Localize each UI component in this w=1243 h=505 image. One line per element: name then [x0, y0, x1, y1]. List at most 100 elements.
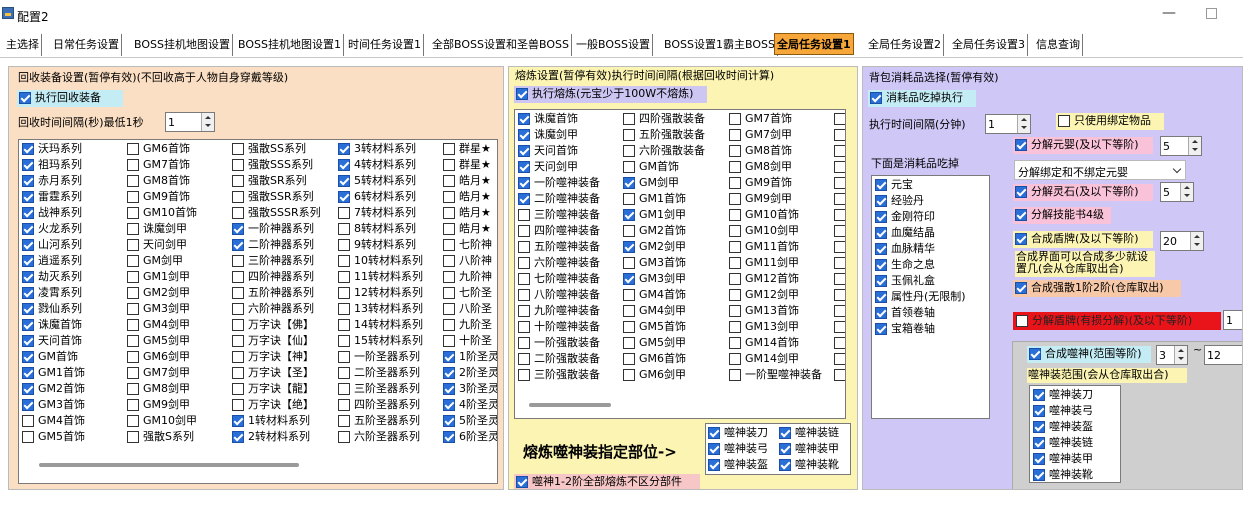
recycle-item-checkbox[interactable] [127, 223, 139, 235]
smelt-exec-checkbox[interactable] [516, 88, 528, 100]
recycle-item-checkbox[interactable] [338, 143, 350, 155]
smelt-item-checkbox[interactable] [729, 113, 741, 125]
decompose-yuanying-checkbox[interactable] [1015, 139, 1027, 151]
smelt-item-overflow-checkbox[interactable] [834, 129, 845, 141]
smelt-item-overflow-checkbox[interactable] [834, 369, 845, 381]
recycle-item-checkbox[interactable] [232, 159, 244, 171]
decompose-yuanying-stepper[interactable]: 5 [1160, 136, 1202, 156]
recycle-item-checkbox[interactable] [127, 303, 139, 315]
recycle-item-checkbox[interactable] [338, 303, 350, 315]
recycle-item-checkbox[interactable] [232, 351, 244, 363]
smelt-item-overflow-checkbox[interactable] [834, 225, 845, 237]
smelt-part-checkbox[interactable] [779, 459, 791, 471]
smelt-item-checkbox[interactable] [623, 321, 635, 333]
recycle-item-checkbox[interactable] [127, 351, 139, 363]
smelt-item-checkbox[interactable] [623, 337, 635, 349]
smelt-item-overflow-checkbox[interactable] [834, 289, 845, 301]
recycle-item-checkbox[interactable] [232, 271, 244, 283]
recycle-item-checkbox[interactable] [232, 207, 244, 219]
smelt-item-overflow-checkbox[interactable] [834, 321, 845, 333]
smelt-item-overflow-checkbox[interactable] [834, 177, 845, 189]
recycle-item-checkbox[interactable] [338, 255, 350, 267]
smelt-item-overflow-checkbox[interactable] [834, 305, 845, 317]
smelt-item-checkbox[interactable] [518, 305, 530, 317]
smelt-item-overflow-checkbox[interactable] [834, 161, 845, 173]
decompose-shield-checkbox[interactable] [1016, 315, 1028, 327]
smelt-item-checkbox[interactable] [623, 113, 635, 125]
recycle-item-checkbox[interactable] [443, 175, 455, 187]
recycle-item-checkbox[interactable] [22, 271, 34, 283]
shishen-part-checkbox[interactable] [1033, 421, 1045, 433]
smelt-item-overflow-checkbox[interactable] [834, 337, 845, 349]
scrollbar-thumb[interactable] [39, 463, 299, 467]
scrollbar-thumb[interactable] [529, 403, 611, 407]
recycle-item-checkbox[interactable] [338, 191, 350, 203]
smelt-item-checkbox[interactable] [623, 129, 635, 141]
consume-item-checkbox[interactable] [875, 275, 887, 287]
recycle-item-checkbox[interactable] [232, 303, 244, 315]
recycle-item-checkbox[interactable] [443, 351, 455, 363]
consume-item-checkbox[interactable] [875, 259, 887, 271]
smelt-item-checkbox[interactable] [623, 225, 635, 237]
smelt-item-checkbox[interactable] [518, 145, 530, 157]
recycle-item-checkbox[interactable] [127, 159, 139, 171]
consume-item-checkbox[interactable] [875, 323, 887, 335]
recycle-item-checkbox[interactable] [338, 287, 350, 299]
recycle-item-checkbox[interactable] [22, 207, 34, 219]
smelt-item-checkbox[interactable] [518, 321, 530, 333]
tab-10[interactable]: 全局任务设置3 [950, 34, 1028, 56]
recycle-item-checkbox[interactable] [443, 255, 455, 267]
stepper-arrows-icon[interactable] [1174, 346, 1187, 364]
recycle-item-checkbox[interactable] [443, 207, 455, 219]
shishen-part-checkbox[interactable] [1033, 453, 1045, 465]
smelt-item-checkbox[interactable] [729, 369, 741, 381]
recycle-item-checkbox[interactable] [127, 335, 139, 347]
smelt-item-checkbox[interactable] [623, 257, 635, 269]
tab-8[interactable]: 全局任务设置1 [774, 33, 854, 55]
smelt-item-checkbox[interactable] [729, 161, 741, 173]
stepper-arrows-icon[interactable] [1017, 115, 1030, 133]
consume-item-checkbox[interactable] [875, 291, 887, 303]
smelt-part-checkbox[interactable] [779, 427, 791, 439]
smelt-item-checkbox[interactable] [729, 241, 741, 253]
recycle-item-checkbox[interactable] [443, 335, 455, 347]
consume-exec-checkbox[interactable] [870, 92, 882, 104]
recycle-item-checkbox[interactable] [232, 175, 244, 187]
recycle-item-checkbox[interactable] [22, 431, 34, 443]
shishen-part-checkbox[interactable] [1033, 437, 1045, 449]
recycle-item-checkbox[interactable] [443, 159, 455, 171]
recycle-item-checkbox[interactable] [127, 367, 139, 379]
smelt-item-checkbox[interactable] [518, 369, 530, 381]
recycle-item-checkbox[interactable] [232, 223, 244, 235]
recycle-item-checkbox[interactable] [22, 303, 34, 315]
decompose-skillbook-checkbox[interactable] [1015, 209, 1027, 221]
recycle-item-checkbox[interactable] [232, 287, 244, 299]
recycle-item-checkbox[interactable] [127, 383, 139, 395]
smelt-item-checkbox[interactable] [518, 209, 530, 221]
recycle-item-checkbox[interactable] [443, 383, 455, 395]
tab-9[interactable]: 全局任务设置2 [866, 34, 944, 56]
recycle-item-checkbox[interactable] [443, 271, 455, 283]
smelt-item-checkbox[interactable] [518, 289, 530, 301]
merge-shishen-checkbox[interactable] [1029, 348, 1041, 360]
smelt-item-checkbox[interactable] [729, 273, 741, 285]
smelt-item-checkbox[interactable] [623, 289, 635, 301]
smelt-item-checkbox[interactable] [518, 129, 530, 141]
consume-item-checkbox[interactable] [875, 227, 887, 239]
recycle-item-checkbox[interactable] [443, 287, 455, 299]
smelt-item-checkbox[interactable] [729, 337, 741, 349]
recycle-item-list[interactable]: 沃玛系列 祖玛系列 赤月系列 雷霆系列 战神系列 火龙系列 山河系列 逍遥系列 劫灭系列 凌霄系列… [18, 139, 498, 484]
recycle-item-checkbox[interactable] [338, 159, 350, 171]
smelt-item-checkbox[interactable] [518, 177, 530, 189]
stepper-arrows-icon[interactable] [201, 113, 214, 131]
smelt-item-checkbox[interactable] [518, 241, 530, 253]
recycle-item-checkbox[interactable] [22, 223, 34, 235]
smelt-item-checkbox[interactable] [623, 193, 635, 205]
recycle-item-checkbox[interactable] [127, 207, 139, 219]
minimize-button[interactable]: — [1160, 6, 1178, 24]
recycle-item-checkbox[interactable] [127, 271, 139, 283]
merge-shishen-from-stepper[interactable]: 3 [1156, 345, 1188, 365]
recycle-item-checkbox[interactable] [127, 415, 139, 427]
recycle-item-checkbox[interactable] [443, 431, 455, 443]
recycle-item-checkbox[interactable] [22, 239, 34, 251]
